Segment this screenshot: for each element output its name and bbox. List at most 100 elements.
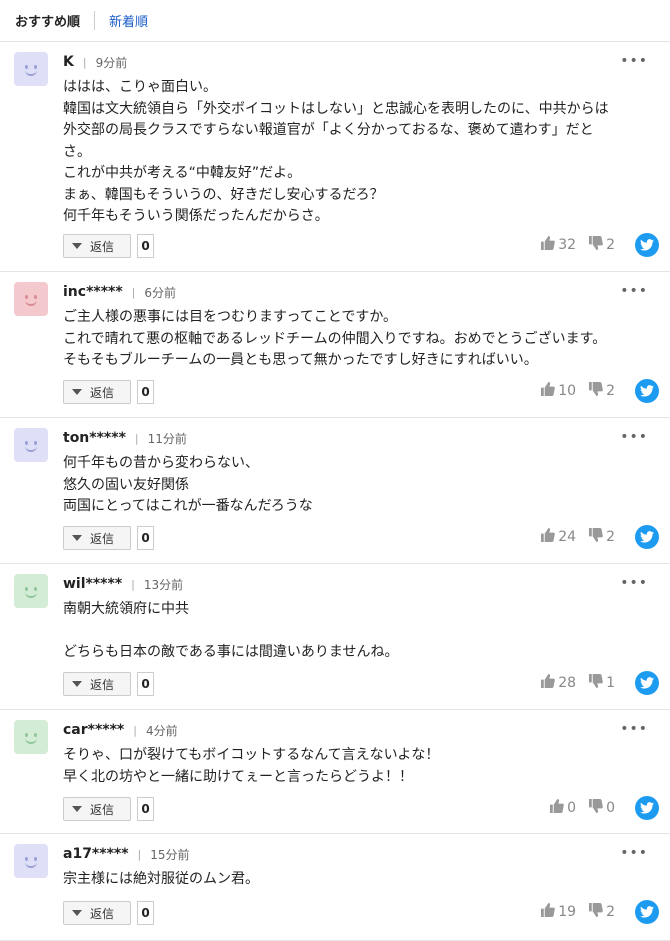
comment-line: さ。 [63,143,91,160]
comment-line: そもそもブルーチームの一員とも思って無かったですし好きにすればいい。 [63,352,538,368]
twitter-share-icon[interactable] [635,233,659,257]
twitter-share-icon[interactable] [635,671,659,695]
like-button[interactable]: 32 [540,236,576,254]
thumbs-down-icon [588,528,606,546]
sort-recommended-tab[interactable]: おすすめ順 [15,11,94,30]
avatar[interactable] [14,282,48,316]
user-name[interactable]: inc***** [63,284,123,300]
comment-line: まぁ、韓国もそういうの、好きだし安心するだろ？ [63,186,384,203]
twitter-share-icon[interactable] [635,525,659,549]
avatar[interactable] [14,574,48,608]
thumbs-down-icon [588,236,606,254]
more-options-icon[interactable]: ••• [620,575,648,591]
comment-line: 韓国は文大統領自ら「外交ボイコットはしない」と忠誠心を表明したのに、中共からは [63,100,609,117]
comment-body: ご主人様の悪事には目をつむりますってことですか。 これで晴れて悪の枢軸であるレッド… [63,307,658,372]
reply-count: 0 [137,672,154,696]
avatar-mouth-icon [25,591,37,598]
comment-actions: 返信 0 32 2 [63,231,659,260]
more-options-icon[interactable]: ••• [620,53,648,69]
comment-meta: K | 9分前 [63,52,127,72]
chevron-down-icon [72,910,82,916]
dislike-count: 2 [606,237,615,253]
separator: | [131,285,136,299]
reply-count: 0 [137,526,154,550]
user-name[interactable]: a17***** [63,846,129,862]
avatar[interactable] [14,844,48,878]
reply-button[interactable]: 返信 [63,797,131,821]
comment-line: 南朝大統領府に中共 [63,601,189,617]
reply-button[interactable]: 返信 [63,672,131,696]
twitter-share-icon[interactable] [635,796,659,820]
comment-line: 早く北の坊やと一緒に助けてぇーと言ったらどうよ！！ [63,768,413,785]
chevron-down-icon [72,389,82,395]
like-count: 24 [558,529,577,545]
separator: | [134,431,139,445]
sort-bar: おすすめ順 新着順 [0,0,670,42]
comment-line: 何千年もの昔から変わらない、 [63,455,259,471]
thumbs-up-icon [540,236,558,254]
comment-body: ははは、こりゃ面白い。韓国は文大統領自ら「外交ボイコットはしない」と忠誠心を表明… [63,77,658,228]
comment-line: そりゃ、口が裂けてもボイコットするなんて言えないよな！ [63,747,440,763]
comment-item: inc***** | 6分前 ••• ご主人様の悪事には目をつむりますってことで… [0,272,670,418]
comment-line: 外交部の局長クラスですらない報道官が「よく分かっておるな、褒めて遣わす」だと [63,122,594,138]
avatar[interactable] [14,428,48,462]
comment-line [63,621,658,643]
dislike-button[interactable]: 2 [588,903,615,921]
comment-meta: a17***** | 15分前 [63,844,190,864]
like-count: 28 [558,675,577,691]
comment-body: 何千年もの昔から変わらない、 悠久の固い友好関係 両国にとってはこれが一番なんだろう… [63,453,658,518]
user-name[interactable]: wil***** [63,576,122,592]
vote-group: 32 2 [540,231,659,259]
thumbs-down-icon [588,382,606,400]
timestamp: 15分前 [150,847,190,862]
twitter-share-icon[interactable] [635,379,659,403]
separator: | [131,577,135,591]
separator: | [137,847,142,861]
thumbs-up-icon [540,528,558,546]
like-count: 19 [558,904,577,920]
comment-item: ton***** | 11分前 ••• 何千年もの昔から変わらない、 悠久の固い友… [0,418,670,564]
comment-line: これで晴れて悪の枢軸であるレッドチームの仲間入りですね。おめでとうございます。 [63,330,607,347]
like-button[interactable]: 10 [540,382,576,400]
more-options-icon[interactable]: ••• [620,721,648,737]
thumbs-up-icon [540,674,558,692]
chevron-down-icon [72,535,82,541]
chevron-down-icon [72,806,82,812]
like-button[interactable]: 24 [540,528,576,546]
twitter-share-icon[interactable] [635,900,659,924]
sort-newest-tab[interactable]: 新着順 [94,11,162,30]
dislike-button[interactable]: 2 [588,528,615,546]
vote-group: 19 2 [540,898,659,926]
dislike-count: 2 [606,383,615,399]
user-name[interactable]: ton***** [63,430,126,446]
reply-button[interactable]: 返信 [63,901,131,925]
comment-item: K | 9分前 ••• ははは、こりゃ面白い。韓国は文大統領自ら「外交ボイコット… [0,42,670,272]
user-name[interactable]: car***** [63,722,124,738]
dislike-button[interactable]: 2 [588,382,615,400]
reply-button[interactable]: 返信 [63,380,131,404]
timestamp: 4分前 [145,723,178,738]
dislike-button[interactable]: 2 [588,236,615,254]
like-button[interactable]: 0 [549,799,576,817]
vote-group: 0 0 [549,794,659,822]
dislike-button[interactable]: 1 [588,674,615,692]
comment-line: ははは、こりゃ面白い。 [63,79,217,95]
reply-button[interactable]: 返信 [63,526,131,550]
reply-count: 0 [137,797,154,821]
comment-actions: 返信 0 0 0 [63,794,659,823]
comment-line: これが中共が考える“中韓友好”だよ。 [63,165,302,181]
reply-label: 返信 [90,385,115,400]
timestamp: 9分前 [95,55,128,70]
like-button[interactable]: 19 [540,903,576,921]
avatar[interactable] [14,720,48,754]
separator: | [133,723,137,737]
reply-button[interactable]: 返信 [63,234,131,258]
like-button[interactable]: 28 [540,674,576,692]
dislike-button[interactable]: 0 [588,799,615,817]
avatar[interactable] [14,52,48,86]
comment-body: そりゃ、口が裂けてもボイコットするなんて言えないよな！ 早く北の坊やと一緒に助けて… [63,745,658,788]
more-options-icon[interactable]: ••• [620,283,648,299]
user-name[interactable]: K [63,54,74,70]
more-options-icon[interactable]: ••• [620,845,648,861]
more-options-icon[interactable]: ••• [620,429,648,445]
